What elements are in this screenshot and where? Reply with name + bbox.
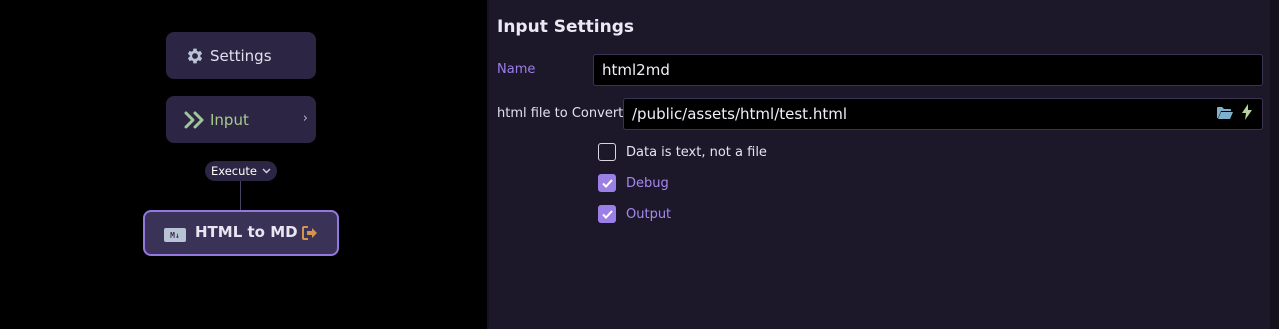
input-node[interactable]: Input ›	[166, 96, 316, 143]
exit-icon[interactable]	[301, 225, 319, 245]
flow-canvas[interactable]: Settings Input › Execute M↓ HTML to MD	[0, 0, 487, 329]
gear-icon	[180, 46, 210, 66]
folder-open-icon[interactable]	[1216, 105, 1234, 124]
option-label: Debug	[626, 175, 669, 191]
name-label: Name	[497, 62, 536, 77]
edge-connector	[240, 181, 241, 211]
double-chevron-right-icon	[180, 111, 210, 129]
checkbox-checked[interactable]	[598, 174, 616, 192]
file-label: html file to Convert	[497, 106, 624, 121]
name-field[interactable]	[593, 54, 1263, 86]
execute-label: Execute	[211, 164, 257, 178]
option-output[interactable]: Output	[598, 205, 671, 223]
file-path-input[interactable]	[624, 105, 1216, 123]
chevron-right-icon[interactable]: ›	[303, 111, 308, 126]
html-to-md-node[interactable]: M↓ HTML to MD	[143, 210, 339, 256]
lightning-icon[interactable]	[1242, 104, 1252, 124]
checkmark-icon	[601, 209, 613, 219]
name-input[interactable]	[594, 61, 1262, 79]
markdown-icon: M↓	[164, 228, 186, 242]
scrollbar[interactable]	[1270, 0, 1279, 329]
settings-panel: Input Settings Name html file to Convert…	[489, 0, 1279, 329]
option-label: Data is text, not a file	[626, 144, 767, 160]
settings-node[interactable]: Settings	[166, 32, 316, 79]
execute-dropdown[interactable]: Execute	[205, 161, 277, 181]
html-to-md-label: HTML to MD	[195, 223, 298, 241]
file-field[interactable]	[623, 98, 1263, 130]
input-node-label: Input	[210, 110, 249, 129]
panel-title: Input Settings	[497, 17, 634, 37]
checkbox[interactable]	[598, 143, 616, 161]
option-label: Output	[626, 206, 672, 222]
checkbox-checked[interactable]	[598, 205, 616, 223]
checkmark-icon	[601, 178, 613, 188]
chevron-down-icon	[262, 166, 271, 177]
settings-node-label: Settings	[210, 46, 272, 65]
option-debug[interactable]: Debug	[598, 174, 669, 192]
option-data-is-text[interactable]: Data is text, not a file	[598, 143, 767, 161]
